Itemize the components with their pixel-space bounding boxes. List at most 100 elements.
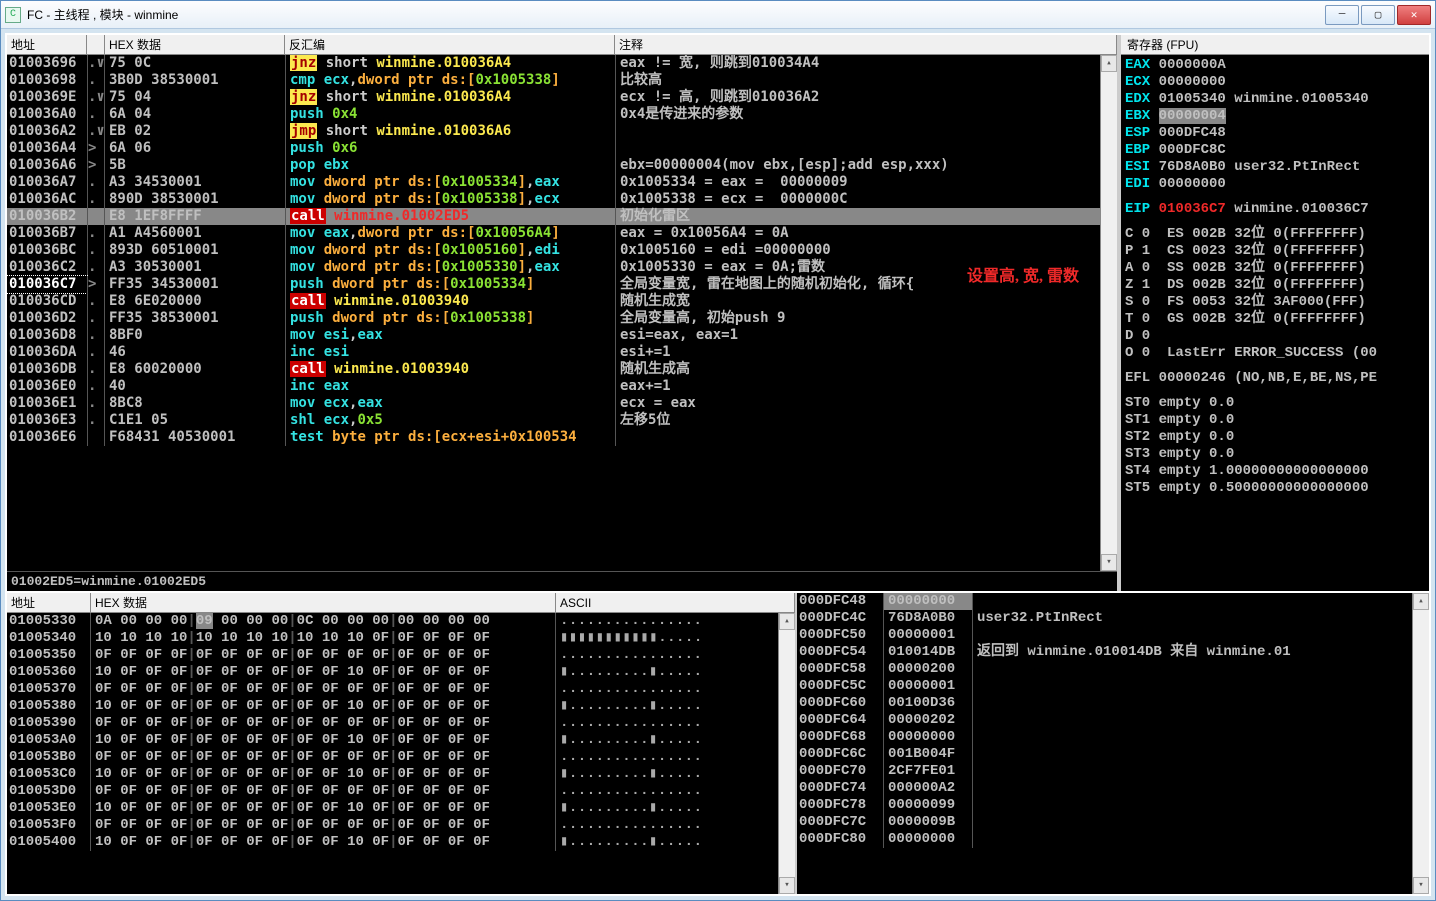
flag-line[interactable]: C 0 ES 002B 32位 0(FFFFFFFF) — [1125, 226, 1425, 243]
disasm-row[interactable]: 0100369E.∨75 04jnz short winmine.010036A… — [7, 89, 1100, 106]
disasm-row[interactable]: 010036D2. FF35 38530001push dword ptr ds… — [7, 310, 1100, 327]
scroll-up-icon[interactable]: ▴ — [1413, 593, 1429, 610]
disasm-row[interactable]: 010036AC. 890D 38530001mov dword ptr ds:… — [7, 191, 1100, 208]
stack-row[interactable]: 000DFC6C001B004F — [797, 746, 1412, 763]
flag-line[interactable]: A 0 SS 002B 32位 0(FFFFFFFF) — [1125, 260, 1425, 277]
register-ebp[interactable]: EBP 000DFC8C — [1125, 142, 1425, 159]
dump-row[interactable]: 0100538010 0F 0F 0F|0F 0F 0F 0F|0F 0F 10… — [7, 698, 778, 715]
dump-row[interactable]: 010053D00F 0F 0F 0F|0F 0F 0F 0F|0F 0F 0F… — [7, 783, 778, 800]
scroll-up-icon[interactable]: ▴ — [779, 613, 795, 630]
stack-row[interactable]: 000DFC4800000000 — [797, 593, 1412, 610]
disasm-row[interactable]: 010036A2.∨EB 02jmp short winmine.010036A… — [7, 123, 1100, 140]
disasm-row[interactable]: 010036C7> FF35 34530001push dword ptr ds… — [7, 276, 1100, 293]
registers-pane[interactable]: 寄存器 (FPU) EAX 0000000AECX 00000000EDX 01… — [1119, 35, 1429, 591]
col-hex[interactable]: HEX 数据 — [105, 35, 285, 54]
disasm-row[interactable]: 010036B2. E8 1EF8FFFFcall winmine.01002E… — [7, 208, 1100, 225]
col-comment[interactable]: 注释 — [615, 35, 1117, 54]
scroll-down-icon[interactable]: ▾ — [1101, 554, 1117, 571]
register-edx[interactable]: EDX 01005340 winmine.01005340 — [1125, 91, 1425, 108]
dump-row[interactable]: 010053A010 0F 0F 0F|0F 0F 0F 0F|0F 0F 10… — [7, 732, 778, 749]
disasm-row[interactable]: 010036CD. E8 6E020000call winmine.010039… — [7, 293, 1100, 310]
stack-row[interactable]: 000DFC54010014DB返回到 winmine.010014DB 来自 … — [797, 644, 1412, 661]
col-disasm[interactable]: 反汇编 — [285, 35, 615, 54]
fpu-line[interactable]: ST2 empty 0.0 — [1125, 429, 1425, 446]
dump-row[interactable]: 010053E010 0F 0F 0F|0F 0F 0F 0F|0F 0F 10… — [7, 800, 778, 817]
stack-pane[interactable]: 000DFC4800000000000DFC4C76D8A0B0user32.P… — [797, 593, 1429, 894]
stack-row[interactable]: 000DFC6400000202 — [797, 712, 1412, 729]
stack-row[interactable]: 000DFC7800000099 — [797, 797, 1412, 814]
fpu-line[interactable]: ST4 empty 1.00000000000000000 — [1125, 463, 1425, 480]
minimize-button[interactable]: ─ — [1325, 5, 1359, 25]
disasm-row[interactable]: 01003698. 3B0D 38530001cmp ecx,dword ptr… — [7, 72, 1100, 89]
dump-pane[interactable]: 地址 HEX 数据 ASCII 010053300A 00 00 00|09 0… — [7, 593, 797, 894]
flag-line[interactable]: P 1 CS 0023 32位 0(FFFFFFFF) — [1125, 243, 1425, 260]
stack-row[interactable]: 000DFC5800000200 — [797, 661, 1412, 678]
scroll-down-icon[interactable]: ▾ — [779, 877, 795, 894]
scrollbar-dump[interactable]: ▴ ▾ — [778, 613, 795, 894]
stack-row[interactable]: 000DFC6000100D36 — [797, 695, 1412, 712]
maximize-button[interactable]: ▢ — [1361, 5, 1395, 25]
scroll-down-icon[interactable]: ▾ — [1413, 877, 1429, 894]
dump-row[interactable]: 010053C010 0F 0F 0F|0F 0F 0F 0F|0F 0F 10… — [7, 766, 778, 783]
fpu-line[interactable]: ST1 empty 0.0 — [1125, 412, 1425, 429]
disasm-row[interactable]: 010036A6> 5Bpop ebxebx=00000004(mov ebx,… — [7, 157, 1100, 174]
dump-row[interactable]: 0100540010 0F 0F 0F|0F 0F 0F 0F|0F 0F 10… — [7, 834, 778, 851]
dump-row[interactable]: 0100534010 10 10 10|10 10 10 10|10 10 10… — [7, 630, 778, 647]
fpu-line[interactable]: ST0 empty 0.0 — [1125, 395, 1425, 412]
dump-row[interactable]: 010053900F 0F 0F 0F|0F 0F 0F 0F|0F 0F 0F… — [7, 715, 778, 732]
flag-line[interactable]: D 0 — [1125, 328, 1425, 345]
stack-row[interactable]: 000DFC702CF7FE01 — [797, 763, 1412, 780]
stack-row[interactable]: 000DFC7C0000009B — [797, 814, 1412, 831]
disasm-row[interactable]: 010036E6 F68431 40530001test byte ptr ds… — [7, 429, 1100, 446]
disasm-row[interactable]: 01003696.∨75 0Cjnz short winmine.010036A… — [7, 55, 1100, 72]
dump-col-addr[interactable]: 地址 — [7, 593, 91, 612]
register-edi[interactable]: EDI 00000000 — [1125, 176, 1425, 193]
disasm-row[interactable]: 010036A4> 6A 06push 0x6 — [7, 140, 1100, 157]
flag-line[interactable]: O 0 LastErr ERROR_SUCCESS (00 — [1125, 345, 1425, 362]
col-address[interactable]: 地址 — [7, 35, 87, 54]
stack-row[interactable]: 000DFC74000000A2 — [797, 780, 1412, 797]
dump-row[interactable]: 0100536010 0F 0F 0F|0F 0F 0F 0F|0F 0F 10… — [7, 664, 778, 681]
flag-line[interactable]: T 0 GS 002B 32位 0(FFFFFFFF) — [1125, 311, 1425, 328]
fpu-line[interactable]: ST3 empty 0.0 — [1125, 446, 1425, 463]
scroll-up-icon[interactable]: ▴ — [1101, 55, 1117, 72]
stack-row[interactable]: 000DFC8000000000 — [797, 831, 1412, 848]
disasm-row[interactable]: 010036BC. 893D 60510001mov dword ptr ds:… — [7, 242, 1100, 259]
register-ecx[interactable]: ECX 00000000 — [1125, 74, 1425, 91]
register-ebx[interactable]: EBX 00000004 — [1125, 108, 1425, 125]
flag-line[interactable]: S 0 FS 0053 32位 3AF000(FFF) — [1125, 294, 1425, 311]
disasm-row[interactable]: 010036B7. A1 A4560001mov eax,dword ptr d… — [7, 225, 1100, 242]
register-eax[interactable]: EAX 0000000A — [1125, 57, 1425, 74]
disasm-row[interactable]: 010036A0. 6A 04push 0x40x4是传进来的参数 — [7, 106, 1100, 123]
stack-row[interactable]: 000DFC5C00000001 — [797, 678, 1412, 695]
disasm-row[interactable]: 010036C2. A3 30530001mov dword ptr ds:[0… — [7, 259, 1100, 276]
titlebar[interactable]: C FC - 主线程 , 模块 - winmine ─ ▢ ✕ — [1, 1, 1435, 29]
dump-col-ascii[interactable]: ASCII — [556, 593, 795, 612]
dump-row[interactable]: 010053500F 0F 0F 0F|0F 0F 0F 0F|0F 0F 0F… — [7, 647, 778, 664]
disasm-row[interactable]: 010036E0. 40inc eaxeax+=1 — [7, 378, 1100, 395]
register-esi[interactable]: ESI 76D8A0B0 user32.PtInRect — [1125, 159, 1425, 176]
disasm-row[interactable]: 010036DA. 46inc esiesi+=1 — [7, 344, 1100, 361]
disasm-row[interactable]: 010036A7. A3 34530001mov dword ptr ds:[0… — [7, 174, 1100, 191]
scrollbar-disasm[interactable]: ▴ ▾ — [1100, 55, 1117, 571]
flag-line[interactable]: Z 1 DS 002B 32位 0(FFFFFFFF) — [1125, 277, 1425, 294]
dump-row[interactable]: 010053B00F 0F 0F 0F|0F 0F 0F 0F|0F 0F 0F… — [7, 749, 778, 766]
scrollbar-stack[interactable]: ▴ ▾ — [1412, 593, 1429, 894]
registers-header[interactable]: 寄存器 (FPU) — [1121, 35, 1429, 55]
close-button[interactable]: ✕ — [1397, 5, 1431, 25]
disasm-row[interactable]: 010036DB. E8 60020000call winmine.010039… — [7, 361, 1100, 378]
dump-row[interactable]: 010053300A 00 00 00|09 00 00 00|0C 00 00… — [7, 613, 778, 630]
disasm-row[interactable]: 010036D8. 8BF0mov esi,eaxesi=eax, eax=1 — [7, 327, 1100, 344]
register-esp[interactable]: ESP 000DFC48 — [1125, 125, 1425, 142]
stack-row[interactable]: 000DFC6800000000 — [797, 729, 1412, 746]
disasm-row[interactable]: 010036E1. 8BC8mov ecx,eaxecx = eax — [7, 395, 1100, 412]
disassembly-pane[interactable]: 地址 HEX 数据 反汇编 注释 设置高, 宽, 雷数 01003696.∨75… — [7, 35, 1119, 591]
efl-line[interactable]: EFL 00000246 (NO,NB,E,BE,NS,PE — [1125, 370, 1425, 387]
dump-row[interactable]: 010053700F 0F 0F 0F|0F 0F 0F 0F|0F 0F 0F… — [7, 681, 778, 698]
dump-row[interactable]: 010053F00F 0F 0F 0F|0F 0F 0F 0F|0F 0F 0F… — [7, 817, 778, 834]
dump-col-hex[interactable]: HEX 数据 — [91, 593, 556, 612]
stack-row[interactable]: 000DFC4C76D8A0B0user32.PtInRect — [797, 610, 1412, 627]
disasm-row[interactable]: 010036E3. C1E1 05shl ecx,0x5左移5位 — [7, 412, 1100, 429]
stack-row[interactable]: 000DFC5000000001 — [797, 627, 1412, 644]
register-eip[interactable]: EIP 010036C7 winmine.010036C7 — [1125, 201, 1425, 218]
